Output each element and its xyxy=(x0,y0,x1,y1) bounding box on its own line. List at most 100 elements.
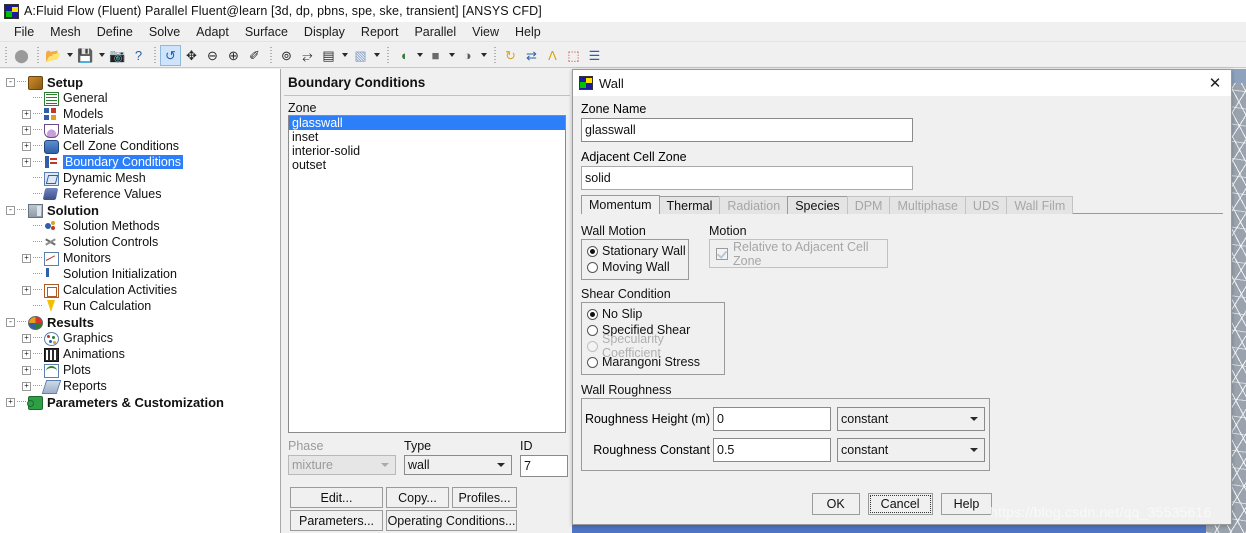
zoom-out-icon[interactable]: ⊖ xyxy=(202,45,223,66)
profiles-button[interactable]: Profiles... xyxy=(452,487,517,508)
chevron-down-icon[interactable] xyxy=(446,45,457,66)
tree-item-cell-zone-conditions[interactable]: + Cell Zone Conditions xyxy=(0,138,280,154)
radio-icon[interactable] xyxy=(587,245,598,257)
moving-wall-option[interactable]: Moving Wall xyxy=(582,259,688,275)
menu-item-file[interactable]: File xyxy=(6,23,42,41)
zone-list-item[interactable]: interior-solid xyxy=(289,144,565,158)
tree-item-solution-initialization[interactable]: Solution Initialization xyxy=(0,266,280,282)
chevron-down-icon[interactable] xyxy=(64,45,75,66)
expand-icon[interactable]: + xyxy=(22,141,31,151)
phase-select[interactable]: mixture xyxy=(288,455,396,475)
zone-name-input[interactable]: glasswall xyxy=(581,118,913,142)
zone-list-item[interactable]: glasswall xyxy=(289,116,565,130)
expand-icon[interactable]: + xyxy=(6,397,15,407)
swap-icon[interactable]: ⇄ xyxy=(521,45,542,66)
roughness-height-method-select[interactable]: constant xyxy=(837,407,985,431)
roughness-constant-method-select[interactable]: constant xyxy=(837,438,985,462)
navigation-tree-panel[interactable]: - Setup General + Models + Materials + Cell Zone… xyxy=(0,69,281,533)
expand-icon[interactable]: + xyxy=(22,381,31,391)
help-button[interactable]: Help xyxy=(940,493,993,515)
expand-icon[interactable]: + xyxy=(22,157,31,167)
collapse-icon[interactable]: - xyxy=(6,205,15,215)
tree-item-parameters-customization[interactable]: + Parameters & Customization xyxy=(0,394,280,410)
tree-item-materials[interactable]: + Materials xyxy=(0,122,280,138)
colormap-icon[interactable]: ▤ xyxy=(318,45,339,66)
eyedropper-icon[interactable]: ✐ xyxy=(244,45,265,66)
chevron-down-icon[interactable] xyxy=(96,45,107,66)
expand-icon[interactable]: + xyxy=(22,125,31,135)
tree-item-solution-controls[interactable]: Solution Controls xyxy=(0,234,280,250)
tree-item-reports[interactable]: + Reports xyxy=(0,378,280,394)
fit-view-icon[interactable]: ⊚ xyxy=(276,45,297,66)
zoom-in-icon[interactable]: ⊕ xyxy=(223,45,244,66)
mole-fraction-icon[interactable]: ☰ xyxy=(584,45,605,66)
open-folder-icon[interactable]: 📂 xyxy=(43,45,64,66)
menu-item-define[interactable]: Define xyxy=(89,23,141,41)
menu-item-help[interactable]: Help xyxy=(507,23,549,41)
tab-species[interactable]: Species xyxy=(787,196,848,214)
expand-icon[interactable]: + xyxy=(22,333,31,343)
radio-icon[interactable] xyxy=(587,324,598,336)
zone-list-item[interactable]: outset xyxy=(289,158,565,172)
menu-item-adapt[interactable]: Adapt xyxy=(188,23,237,41)
tree-item-animations[interactable]: + Animations xyxy=(0,346,280,362)
help-circle-icon[interactable]: ? xyxy=(128,45,149,66)
collapse-icon[interactable]: - xyxy=(6,77,15,87)
parameters-button[interactable]: Parameters... xyxy=(290,510,383,531)
toolbar-grip[interactable] xyxy=(3,45,10,65)
menu-item-surface[interactable]: Surface xyxy=(237,23,296,41)
sync-refresh-icon[interactable]: ↻ xyxy=(500,45,521,66)
ok-button[interactable]: OK xyxy=(811,493,860,515)
tree-item-models[interactable]: + Models xyxy=(0,106,280,122)
expand-icon[interactable]: + xyxy=(22,349,31,359)
close-icon[interactable]: ✕ xyxy=(1203,72,1227,94)
tree-item-dynamic-mesh[interactable]: Dynamic Mesh xyxy=(0,170,280,186)
zone-list[interactable]: glasswall inset interior-solid outset xyxy=(288,115,566,433)
tree-item-boundary-conditions[interactable]: + Boundary Conditions xyxy=(0,154,280,170)
no-slip-option[interactable]: No Slip xyxy=(582,306,724,322)
rotate-icon[interactable]: ↺ xyxy=(160,44,181,66)
tree-item-monitors[interactable]: + Monitors xyxy=(0,250,280,266)
camera-icon[interactable]: 📷 xyxy=(107,45,128,66)
save-disk-icon[interactable]: 💾 xyxy=(75,45,96,66)
pressure-plot-icon[interactable]: ⬚ xyxy=(563,45,584,66)
radio-icon[interactable] xyxy=(587,261,598,273)
zone-list-item[interactable]: inset xyxy=(289,130,565,144)
expand-icon[interactable]: + xyxy=(22,253,31,263)
tree-item-setup[interactable]: - Setup xyxy=(0,74,280,90)
roughness-height-input[interactable]: 0 xyxy=(713,407,831,431)
solid-shade-icon[interactable]: ■ xyxy=(425,45,446,66)
menu-item-parallel[interactable]: Parallel xyxy=(406,23,464,41)
tab-momentum[interactable]: Momentum xyxy=(581,195,660,214)
tree-item-graphics[interactable]: + Graphics xyxy=(0,330,280,346)
chevron-down-icon[interactable] xyxy=(414,45,425,66)
toolbar-grip[interactable] xyxy=(35,45,42,65)
edit-button[interactable]: Edit... xyxy=(290,487,383,508)
type-select[interactable]: wall xyxy=(404,455,512,475)
operating-conditions-button[interactable]: Operating Conditions... xyxy=(386,510,517,531)
tree-item-plots[interactable]: + Plots xyxy=(0,362,280,378)
menu-item-mesh[interactable]: Mesh xyxy=(42,23,89,41)
menu-item-view[interactable]: View xyxy=(464,23,507,41)
collapse-icon[interactable]: - xyxy=(6,317,15,327)
radio-icon[interactable] xyxy=(587,308,598,320)
tree-item-solution[interactable]: - Solution xyxy=(0,202,280,218)
roughness-constant-input[interactable]: 0.5 xyxy=(713,438,831,462)
sphere-icon[interactable]: ⬤ xyxy=(11,45,32,66)
pan-move-icon[interactable]: ✥ xyxy=(181,45,202,66)
expand-icon[interactable]: + xyxy=(22,109,31,119)
cancel-button[interactable]: Cancel xyxy=(867,493,933,515)
toolbar-grip[interactable] xyxy=(152,45,159,65)
expand-icon[interactable]: + xyxy=(22,365,31,375)
chevron-down-icon[interactable] xyxy=(339,45,350,66)
menu-item-report[interactable]: Report xyxy=(353,23,407,41)
stationary-wall-option[interactable]: Stationary Wall xyxy=(582,243,688,259)
tree-item-general[interactable]: General xyxy=(0,90,280,106)
chevron-down-icon[interactable] xyxy=(371,45,382,66)
id-input[interactable]: 7 xyxy=(520,455,568,477)
expand-icon[interactable]: + xyxy=(22,285,31,295)
tree-item-calculation-activities[interactable]: + Calculation Activities xyxy=(0,282,280,298)
menu-item-solve[interactable]: Solve xyxy=(141,23,188,41)
copy-button[interactable]: Copy... xyxy=(386,487,449,508)
tree-item-reference-values[interactable]: Reference Values xyxy=(0,186,280,202)
